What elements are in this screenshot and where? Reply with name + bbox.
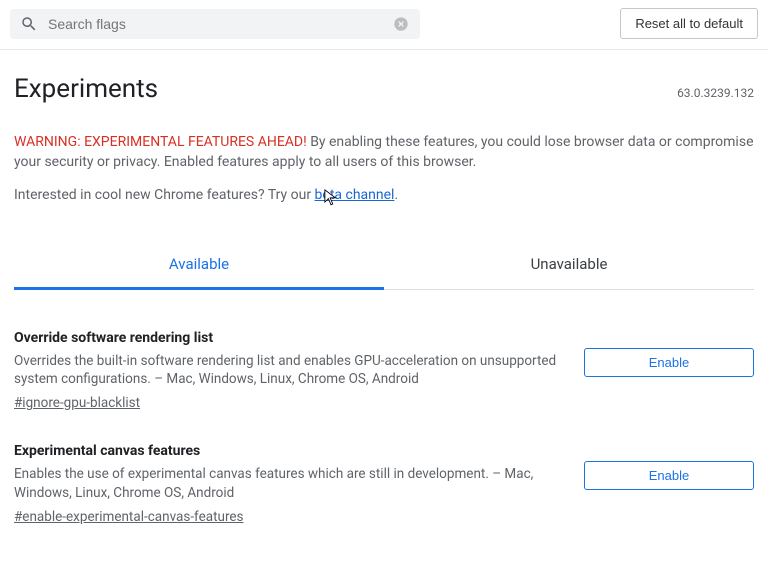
flag-title: Experimental canvas features xyxy=(14,443,564,459)
flag-desc: Overrides the built-in software renderin… xyxy=(14,352,564,390)
flag-text: Override software rendering list Override… xyxy=(14,330,584,412)
tabs: Available Unavailable xyxy=(14,243,754,290)
flag-anchor-link[interactable]: #enable-experimental-canvas-features xyxy=(14,509,244,525)
warning-block: WARNING: EXPERIMENTAL FEATURES AHEAD! By… xyxy=(14,132,754,173)
flag-row: Override software rendering list Override… xyxy=(14,330,754,412)
flag-anchor-link[interactable]: #ignore-gpu-blacklist xyxy=(14,395,140,411)
flag-text: Experimental canvas features Enables the … xyxy=(14,443,584,525)
tab-available[interactable]: Available xyxy=(14,243,384,290)
search-icon xyxy=(20,15,38,33)
header-row: Experiments 63.0.3239.132 xyxy=(14,74,754,104)
beta-block: Interested in cool new Chrome features? … xyxy=(14,187,754,203)
clear-icon[interactable] xyxy=(392,15,410,33)
topbar: Reset all to default xyxy=(0,0,768,50)
content: Experiments 63.0.3239.132 WARNING: EXPER… xyxy=(0,50,768,577)
enable-button[interactable]: Enable xyxy=(584,348,754,377)
beta-channel-link[interactable]: beta channel xyxy=(315,187,395,203)
search-box[interactable] xyxy=(10,9,420,39)
flag-row: Experimental canvas features Enables the … xyxy=(14,443,754,525)
flag-desc: Enables the use of experimental canvas f… xyxy=(14,465,564,503)
tab-unavailable[interactable]: Unavailable xyxy=(384,243,754,289)
flag-title: Override software rendering list xyxy=(14,330,564,346)
page-title: Experiments xyxy=(14,74,158,104)
enable-button[interactable]: Enable xyxy=(584,461,754,490)
reset-all-button[interactable]: Reset all to default xyxy=(620,8,758,39)
warning-label: WARNING: EXPERIMENTAL FEATURES AHEAD! xyxy=(14,134,307,150)
beta-prefix: Interested in cool new Chrome features? … xyxy=(14,187,315,203)
version-label: 63.0.3239.132 xyxy=(677,86,754,100)
search-input[interactable] xyxy=(48,16,392,32)
flags-list: Override software rendering list Override… xyxy=(14,330,754,526)
beta-suffix: . xyxy=(394,187,398,203)
